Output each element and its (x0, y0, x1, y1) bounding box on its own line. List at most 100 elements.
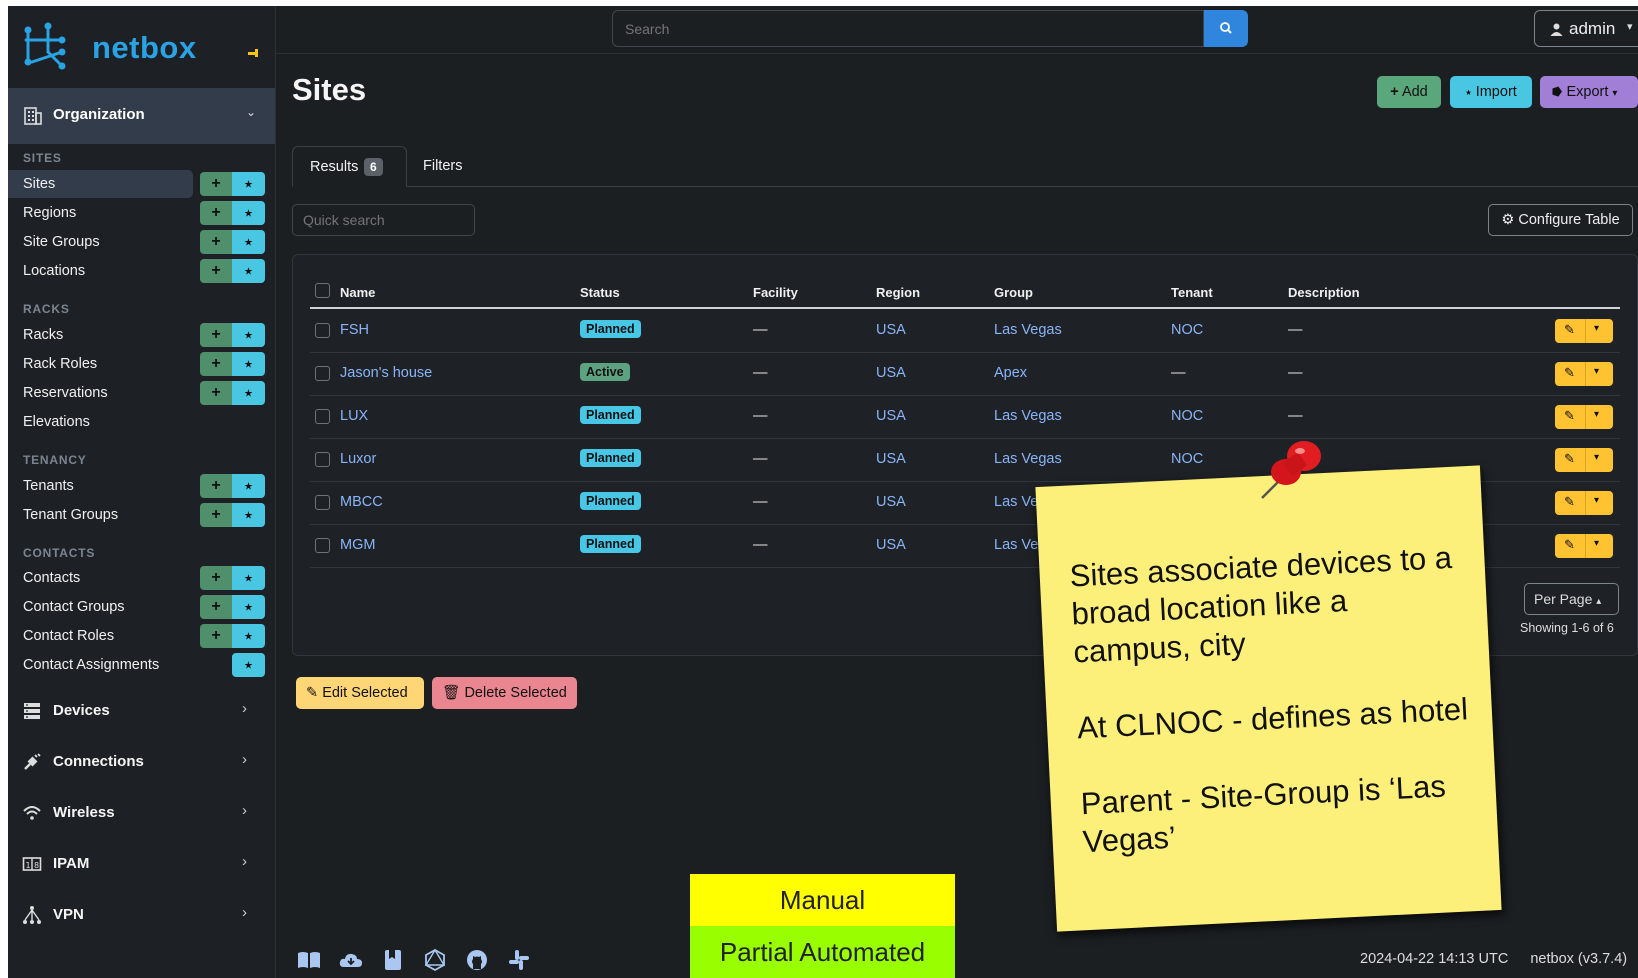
column-header-name[interactable]: Name (340, 285, 375, 300)
caret-down-icon[interactable]: ▾ (1594, 366, 1599, 377)
menu-ipam[interactable]: 18 IPAM › (8, 844, 275, 884)
import-locations-button[interactable]: ⭑ (232, 259, 265, 283)
tenant-link[interactable]: NOC (1171, 408, 1203, 424)
search-button[interactable] (1204, 10, 1248, 47)
row-checkbox[interactable] (315, 452, 330, 467)
import-racks-button[interactable]: ⭑ (232, 323, 265, 347)
row-checkbox[interactable] (315, 323, 330, 338)
slack-icon[interactable] (506, 947, 532, 973)
region-link[interactable]: USA (876, 408, 906, 424)
delete-selected-button[interactable]: 🗑 Delete Selected (432, 677, 577, 709)
region-link[interactable]: USA (876, 537, 906, 553)
pin-icon[interactable] (248, 48, 260, 58)
import-regions-button[interactable]: ⭑ (232, 201, 265, 225)
graphql-icon[interactable] (422, 947, 448, 973)
menu-connections[interactable]: Connections › (8, 742, 275, 782)
import-site-groups-button[interactable]: ⭑ (232, 230, 265, 254)
site-name-link[interactable]: MGM (340, 537, 375, 553)
group-link[interactable]: Las Vegas (994, 451, 1062, 467)
import-contact-assignments-button[interactable]: ⭑ (232, 653, 265, 677)
row-edit-button[interactable]: ✎ ▾ (1555, 405, 1613, 429)
sidebar-item-contacts[interactable]: Contacts (8, 564, 193, 592)
column-header-status[interactable]: Status (580, 285, 620, 300)
user-menu-button[interactable]: admin ▾ (1534, 10, 1638, 47)
edit-selected-button[interactable]: ✎ Edit Selected (296, 677, 424, 709)
column-header-facility[interactable]: Facility (753, 285, 798, 300)
sidebar-item-locations[interactable]: Locations (8, 257, 193, 285)
site-name-link[interactable]: MBCC (340, 494, 383, 510)
caret-down-icon[interactable]: ▾ (1594, 323, 1599, 334)
row-edit-button[interactable]: ✎ ▾ (1555, 448, 1613, 472)
add-contact-button[interactable]: + (200, 566, 232, 590)
add-site-group-button[interactable]: + (200, 230, 232, 254)
add-location-button[interactable]: + (200, 259, 232, 283)
configure-table-button[interactable]: ⚙ Configure Table (1488, 204, 1633, 236)
caret-down-icon[interactable]: ▾ (1594, 538, 1599, 549)
row-checkbox[interactable] (315, 409, 330, 424)
sidebar-item-racks[interactable]: Racks (8, 321, 193, 349)
column-header-region[interactable]: Region (876, 285, 920, 300)
site-name-link[interactable]: FSH (340, 322, 369, 338)
import-reservations-button[interactable]: ⭑ (232, 381, 265, 405)
column-header-tenant[interactable]: Tenant (1171, 285, 1213, 300)
tab-results[interactable]: Results 6 (292, 146, 407, 187)
brand[interactable]: netbox (22, 22, 272, 78)
add-contact-group-button[interactable]: + (200, 595, 232, 619)
sidebar-item-elevations[interactable]: Elevations (8, 408, 193, 436)
group-link[interactable]: Las Vegas (994, 408, 1062, 424)
sidebar-item-rack-roles[interactable]: Rack Roles (8, 350, 193, 378)
column-header-group[interactable]: Group (994, 285, 1033, 300)
tab-filters[interactable]: Filters (423, 158, 462, 174)
region-link[interactable]: USA (876, 322, 906, 338)
group-link[interactable]: Las Vegas (994, 322, 1062, 338)
import-rack-roles-button[interactable]: ⭑ (232, 352, 265, 376)
region-link[interactable]: USA (876, 451, 906, 467)
sidebar-item-contact-groups[interactable]: Contact Groups (8, 593, 193, 621)
caret-down-icon[interactable]: ▾ (1594, 409, 1599, 420)
add-rack-button[interactable]: + (200, 323, 232, 347)
row-checkbox[interactable] (315, 366, 330, 381)
tenant-link[interactable]: NOC (1171, 451, 1203, 467)
add-contact-role-button[interactable]: + (200, 624, 232, 648)
import-button[interactable]: ⭑ Import (1450, 76, 1532, 108)
site-name-link[interactable]: Luxor (340, 451, 376, 467)
row-checkbox[interactable] (315, 538, 330, 553)
menu-organization[interactable]: Organization ⌄ (8, 88, 275, 144)
add-button[interactable]: + Add (1377, 76, 1441, 108)
sidebar-item-contact-assignments[interactable]: Contact Assignments (8, 651, 193, 679)
bookmark-book-icon[interactable] (380, 947, 406, 973)
import-sites-button[interactable]: ⭑ (232, 172, 265, 196)
site-name-link[interactable]: Jason's house (340, 365, 432, 381)
add-rack-role-button[interactable]: + (200, 352, 232, 376)
import-contacts-button[interactable]: ⭑ (232, 566, 265, 590)
import-contact-groups-button[interactable]: ⭑ (232, 595, 265, 619)
cloud-icon[interactable] (338, 947, 364, 973)
region-link[interactable]: USA (876, 365, 906, 381)
row-edit-button[interactable]: ✎ ▾ (1555, 534, 1613, 558)
column-header-description[interactable]: Description (1288, 285, 1360, 300)
sidebar-item-reservations[interactable]: Reservations (8, 379, 193, 407)
sidebar-item-regions[interactable]: Regions (8, 199, 193, 227)
select-all-checkbox[interactable] (315, 283, 330, 298)
region-link[interactable]: USA (876, 494, 906, 510)
menu-devices[interactable]: Devices › (8, 691, 275, 731)
book-icon[interactable] (296, 947, 322, 973)
caret-down-icon[interactable]: ▾ (1594, 495, 1599, 506)
site-name-link[interactable]: LUX (340, 408, 368, 424)
menu-wireless[interactable]: Wireless › (8, 793, 275, 833)
per-page-dropdown[interactable]: Per Page ▴ (1524, 583, 1619, 615)
add-site-button[interactable]: + (200, 172, 232, 196)
row-checkbox[interactable] (315, 495, 330, 510)
add-region-button[interactable]: + (200, 201, 232, 225)
tenant-link[interactable]: NOC (1171, 322, 1203, 338)
export-button[interactable]: ⭓ Export ▾ (1540, 76, 1638, 108)
import-tenants-button[interactable]: ⭑ (232, 474, 265, 498)
group-link[interactable]: Apex (994, 365, 1027, 381)
menu-vpn[interactable]: VPN › (8, 895, 275, 935)
search-input[interactable] (613, 11, 1197, 46)
row-edit-button[interactable]: ✎ ▾ (1555, 362, 1613, 386)
caret-down-icon[interactable]: ▾ (1594, 452, 1599, 463)
import-tenant-groups-button[interactable]: ⭑ (232, 503, 265, 527)
sidebar-item-tenants[interactable]: Tenants (8, 472, 193, 500)
github-icon[interactable] (464, 947, 490, 973)
